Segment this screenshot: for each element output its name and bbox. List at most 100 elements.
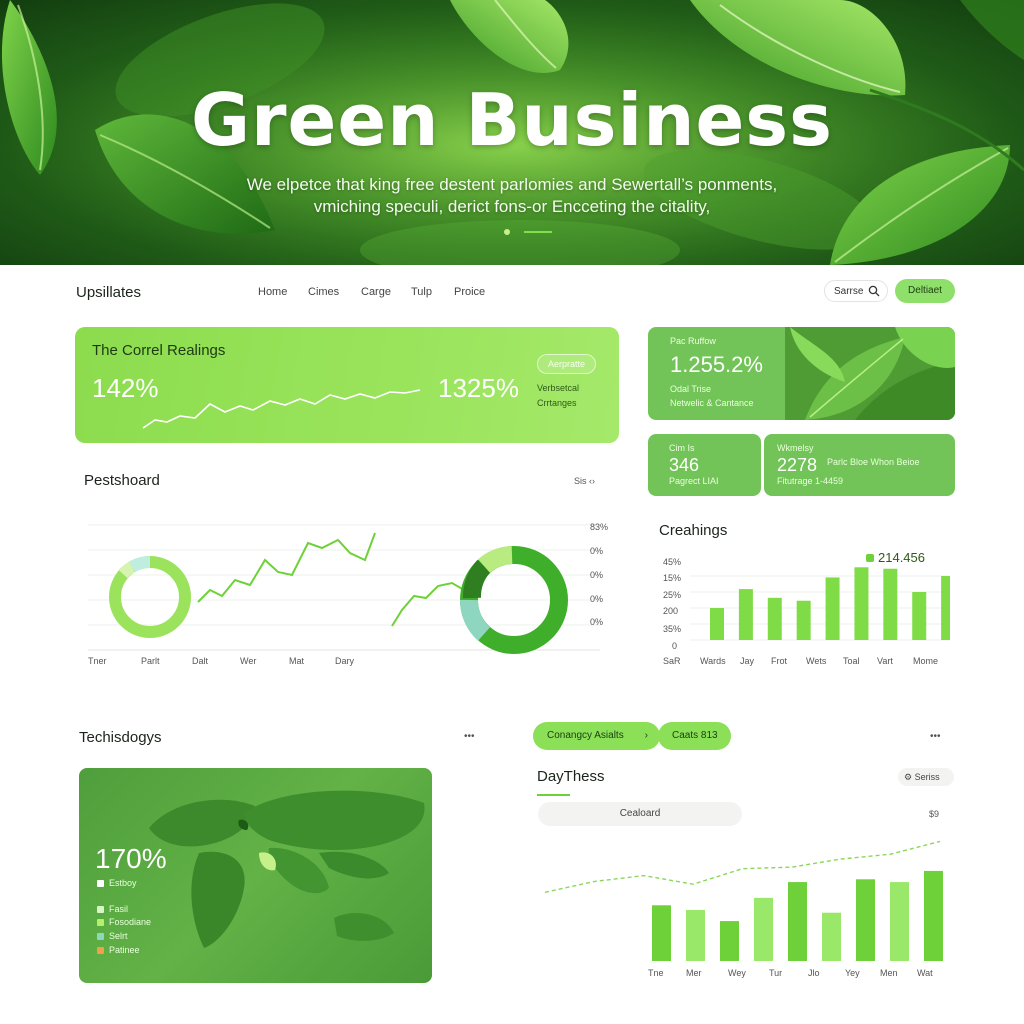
hero-title: Green Business bbox=[190, 78, 834, 162]
stat-value: 346 bbox=[669, 455, 700, 475]
summary-card-main: The Correl Realings 142% 1325% Aerpratte… bbox=[75, 327, 619, 443]
x-tick: Mome bbox=[913, 656, 939, 666]
daythess-search[interactable]: Cealoard bbox=[538, 802, 742, 826]
x-tick: Wey bbox=[728, 968, 746, 978]
y-tick: 83% bbox=[590, 522, 609, 532]
legend-label: Estboy bbox=[109, 878, 137, 888]
world-map-card: 170% Estboy Fasil Fosodiane Selrt Patine… bbox=[79, 768, 432, 983]
legend-item: Selrt bbox=[97, 931, 128, 941]
dashboard-menu[interactable]: Sis ‹› bbox=[574, 476, 595, 486]
legend-swatch bbox=[97, 933, 104, 940]
x-tick: Frot bbox=[771, 656, 788, 666]
card-action-pill[interactable]: Aerpratte bbox=[537, 354, 596, 374]
donut-chart-left bbox=[109, 556, 191, 638]
daythess-title: DayThess bbox=[537, 768, 605, 785]
x-tick: Wer bbox=[240, 656, 257, 666]
legend-label: Fasil bbox=[109, 904, 129, 914]
stat-label-bottom: Pagrect LIAI bbox=[669, 476, 719, 486]
stat-card-a: Cim Is 346 Pagrect LIAI bbox=[648, 434, 761, 496]
legend-label: Patinee bbox=[109, 945, 140, 955]
stat-side-label: Parlc Bloe Whon Beioe bbox=[827, 457, 920, 467]
bar bbox=[788, 882, 807, 961]
bar bbox=[890, 882, 909, 961]
x-tick: Vart bbox=[877, 656, 893, 666]
y-tick: 15% bbox=[663, 573, 682, 583]
creahings-bar-chart bbox=[690, 567, 950, 641]
nav-link-3[interactable]: Carge bbox=[361, 286, 391, 298]
bar bbox=[738, 589, 753, 640]
top-value: $9 bbox=[929, 809, 940, 819]
tab-label: Conangcy Asialts bbox=[547, 730, 624, 741]
card-label-2: Netwelic & Cantance bbox=[670, 398, 754, 408]
stat-label-bottom: Fitutrage 1-4459 bbox=[777, 476, 844, 486]
search-label: Sarrse bbox=[834, 286, 864, 297]
map-metric: 170% bbox=[95, 843, 167, 874]
brand-name[interactable]: Upsillates bbox=[76, 284, 141, 301]
hero-subtitle-line-2: vmiching speculi, derict fons-or Encceti… bbox=[313, 197, 711, 216]
x-tick: Parlt bbox=[141, 656, 160, 666]
nav-link-2[interactable]: Cimes bbox=[308, 286, 339, 298]
x-tick: Dary bbox=[335, 656, 355, 666]
stat-label-top: Wkmelsy bbox=[777, 443, 814, 453]
y-tick: SaR bbox=[663, 656, 681, 666]
daythess-combo-chart bbox=[544, 840, 943, 961]
nav-link-4[interactable]: Tulp bbox=[411, 286, 432, 298]
bar bbox=[883, 568, 898, 640]
y-tick: 0 bbox=[672, 641, 678, 651]
bar bbox=[854, 567, 869, 640]
bar bbox=[652, 905, 671, 961]
card-note-2: Crrtanges bbox=[537, 398, 577, 408]
more-icon[interactable]: ••• bbox=[464, 731, 475, 742]
leaf-thumbnail-image bbox=[785, 327, 955, 420]
x-tick: Mat bbox=[289, 656, 305, 666]
techisdogys-title: Techisdogys bbox=[79, 729, 162, 746]
legend-item: Fosodiane bbox=[97, 917, 151, 927]
legend-swatch bbox=[97, 880, 104, 887]
trend-sparkline bbox=[142, 389, 421, 429]
y-tick: 0% bbox=[590, 570, 604, 580]
stat-label-top: Cim Is bbox=[669, 443, 695, 453]
y-tick: 0% bbox=[590, 546, 604, 556]
series-label: Seriss bbox=[914, 772, 940, 782]
creahings-title: Creahings bbox=[659, 522, 728, 539]
primary-nav-button[interactable]: Deltiaet bbox=[895, 279, 955, 303]
bar bbox=[825, 577, 840, 640]
search-icon[interactable] bbox=[868, 285, 880, 297]
legend-item: Estboy bbox=[97, 878, 137, 888]
y-tick: 0% bbox=[590, 617, 604, 627]
carousel-dash-active[interactable] bbox=[524, 231, 552, 233]
bar bbox=[686, 909, 705, 961]
x-tick: Tur bbox=[769, 968, 783, 978]
card-label-top: Pac Ruffow bbox=[670, 336, 716, 346]
hero-banner: Green Business We elpetce that king free… bbox=[0, 0, 1024, 265]
nav-link-home[interactable]: Home bbox=[258, 286, 287, 298]
title-underline bbox=[537, 794, 570, 796]
dashboard-chart bbox=[88, 524, 600, 654]
more-icon[interactable]: ••• bbox=[930, 731, 941, 742]
x-tick: Tne bbox=[648, 968, 664, 978]
x-tick: Toal bbox=[843, 656, 860, 666]
card-value: 1.255.2% bbox=[670, 352, 763, 377]
y-tick: 45% bbox=[663, 557, 682, 567]
bar bbox=[856, 879, 875, 961]
tab-caats[interactable]: Caats 813 bbox=[658, 722, 731, 750]
y-tick: 200 bbox=[663, 606, 679, 616]
x-tick: Jay bbox=[740, 656, 755, 666]
x-tick: Dalt bbox=[192, 656, 209, 666]
carousel-dot[interactable] bbox=[504, 229, 510, 235]
search-box[interactable]: Sarrse bbox=[824, 280, 888, 302]
tab-conangcy[interactable]: Conangcy Asialts › bbox=[533, 722, 660, 750]
bar bbox=[710, 608, 724, 640]
hero-subtitle-line-1: We elpetce that king free destent parlom… bbox=[246, 175, 778, 194]
legend-item: Fasil bbox=[97, 904, 128, 914]
y-tick: 35% bbox=[663, 624, 682, 634]
top-navigation: Upsillates Home Cimes Carge Tulp Proice … bbox=[0, 272, 1024, 312]
series-button[interactable]: ⚙ Seriss bbox=[898, 768, 954, 786]
stat-value: 2278 bbox=[777, 455, 818, 475]
tab-label: Caats 813 bbox=[672, 730, 718, 741]
legend-label: Fosodiane bbox=[109, 917, 152, 927]
nav-link-5[interactable]: Proice bbox=[454, 286, 485, 298]
bar bbox=[941, 576, 950, 640]
card-title: The Correl Realings bbox=[92, 342, 226, 359]
dashboard-title: Pestshoard bbox=[84, 472, 160, 489]
